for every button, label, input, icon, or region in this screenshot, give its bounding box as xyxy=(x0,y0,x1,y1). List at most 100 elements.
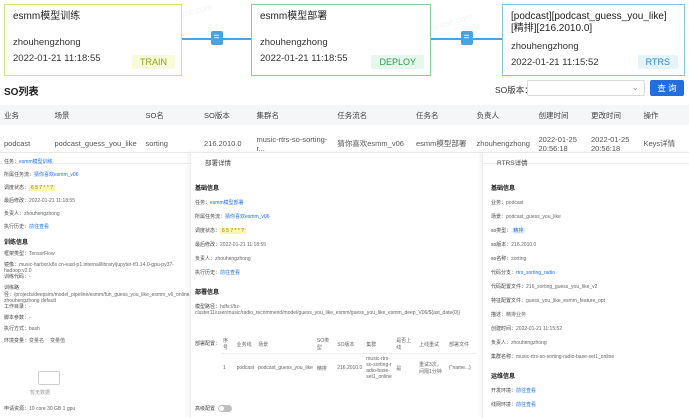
so-header: SO列表 SO版本： ⌄ 查 询 xyxy=(0,80,689,98)
label: 任务： xyxy=(4,159,20,165)
history-link[interactable]: 前往查看 xyxy=(29,224,49,230)
owner-value: zhouhengzhong xyxy=(215,256,251,262)
column-header: 集群名 xyxy=(252,105,334,125)
label: 所属任务流： xyxy=(195,214,226,220)
label: 执行方式： xyxy=(4,326,30,332)
column-header: 负责人 xyxy=(472,105,535,125)
rtrs-detail-panel: RTRS详情 基础信息 业务：podcast 场景：podcast_guess_… xyxy=(482,152,689,418)
so-type-badge: 精排 xyxy=(511,228,526,234)
label: 任务： xyxy=(195,200,211,206)
model-path-value: hdfs://hz-cluster11/user/music/radio_rec… xyxy=(195,304,461,316)
advanced-label: 高级配置 xyxy=(195,406,216,412)
card-title: [podcast][podcast_guess_you_like][精排][21… xyxy=(511,11,667,34)
label: 脚本参数： xyxy=(4,315,30,321)
connector-button[interactable]: = xyxy=(210,31,223,45)
column-header: 业务线 xyxy=(234,335,257,354)
label: 训练代码： xyxy=(4,274,30,280)
biz-value: podcast xyxy=(506,200,524,206)
train-detail-panel: 任务：esmm模型训练 所属任务流：猜你喜欢esmm_v06 调度状态： 6 5 … xyxy=(0,152,196,418)
section-title: 训练信息 xyxy=(4,240,29,246)
cell: podcast_guess_you_like xyxy=(258,365,313,371)
column-header: SO版本 xyxy=(200,105,253,125)
task-link[interactable]: esmm模型部署 xyxy=(210,200,244,206)
label: 负责人： xyxy=(195,256,216,262)
card-title: esmm模型训练 xyxy=(13,11,81,22)
flow-link[interactable]: 猜你喜欢esmm_v06 xyxy=(225,214,269,220)
column-header: 业务 xyxy=(0,105,51,125)
section-title: 基础信息 xyxy=(195,186,220,192)
label: 描述： xyxy=(491,312,507,318)
label: 最后修改： xyxy=(195,242,221,248)
exec-value: bash xyxy=(29,326,40,332)
column-header: SO类型 xyxy=(314,335,336,354)
history-link[interactable]: 前往查看 xyxy=(220,270,240,276)
card-title: esmm模型部署 xyxy=(260,11,328,22)
label: 环境变量： xyxy=(4,338,30,344)
pipeline-card-rtrs[interactable]: [podcast][podcast_guess_you_like][精排][21… xyxy=(502,4,685,76)
so-name-value: sorting xyxy=(511,256,527,262)
branch-link[interactable]: rtrs_sorting_radio xyxy=(516,270,555,276)
label: 申请资源： xyxy=(4,406,30,412)
table-header-row: 序号 业务线 场景 SO类型 SO版本 集群 是否上线 上线重试 部署文件 xyxy=(221,335,477,354)
card-tag-deploy: DEPLOY xyxy=(371,55,424,69)
pipeline-card-deploy[interactable]: esmm模型部署 zhouhengzhong 2022-01-21 11:18:… xyxy=(251,4,431,76)
pipeline-connector: = xyxy=(182,31,251,45)
column-header: 操作 xyxy=(639,105,689,125)
dev-env-link[interactable]: 前往查看 xyxy=(516,388,536,394)
card-tag-rtrs: RTRS xyxy=(637,55,678,69)
label: 代码分支： xyxy=(491,270,517,276)
empty-text: 暂无数据 xyxy=(30,390,51,396)
card-tag-train: TRAIN xyxy=(132,55,175,69)
cell: music-rtrs-so-sorting-radio-base-set1_on… xyxy=(366,356,392,380)
script-value: - xyxy=(29,315,31,321)
so-version-select[interactable]: ⌄ xyxy=(527,80,645,96)
column-header: 创建时间 xyxy=(534,105,587,125)
created-value: 2022-01-21 11:15:52 xyxy=(516,326,563,332)
label: so版本： xyxy=(491,242,512,248)
deploy-config-table: 序号 业务线 场景 SO类型 SO版本 集群 是否上线 上线重试 部署文件 1 … xyxy=(221,335,477,382)
table-header-row: 业务 场景 SO名 SO版本 集群名 任务流名 任务名 负责人 创建时间 更改时… xyxy=(0,105,689,125)
label: 场景： xyxy=(491,214,507,220)
table-row: 1 podcast podcast_guess_you_like 精排 216.… xyxy=(221,354,477,383)
chevron-down-icon: ⌄ xyxy=(631,82,639,92)
column-header: SO名 xyxy=(141,105,201,125)
env-value-header: 变量值 xyxy=(50,338,66,344)
label: 调度状态： xyxy=(195,228,221,234)
flow-link[interactable]: 猜你喜欢esmm_v06 xyxy=(34,172,78,178)
section-title: 部署信息 xyxy=(195,290,220,296)
desc-value: 精排业务 xyxy=(506,312,527,318)
advanced-toggle[interactable] xyxy=(218,405,233,413)
owner-value: zhouhengzhong xyxy=(24,211,60,217)
label: 部署配置： xyxy=(195,341,221,347)
modified-value: 2022-01-21 11:18:55 xyxy=(220,242,267,248)
column-header: 场景 xyxy=(50,105,142,125)
code-value: - xyxy=(29,274,31,280)
column-header: SO版本 xyxy=(335,335,365,354)
card-owner: zhouhengzhong xyxy=(260,37,328,48)
pipeline-card-train[interactable]: esmm模型训练 zhouhengzhong 2022-01-21 11:18:… xyxy=(4,4,182,76)
column-header: 场景 xyxy=(256,335,315,354)
connector-button[interactable]: = xyxy=(460,31,473,45)
column-header: 任务流名 xyxy=(333,105,412,125)
label: 线网环境： xyxy=(491,402,517,408)
search-button[interactable]: 查 询 xyxy=(650,80,684,96)
deploy-panel-header: 部署详情 xyxy=(205,160,231,167)
label: 负责人： xyxy=(491,340,512,346)
schedule-badge: 6 5 7 * * ? xyxy=(220,228,246,234)
scene-value: podcast_guess_you_like xyxy=(506,214,561,220)
column-header: 集群 xyxy=(364,335,395,354)
label: 框架类型： xyxy=(4,251,30,257)
cell: {"name...} xyxy=(449,365,471,371)
label: 最后修改： xyxy=(4,198,30,204)
task-link[interactable]: esmm模型训练 xyxy=(19,159,53,165)
label: 集群名称： xyxy=(491,354,517,360)
feature-value: guess_you_like_esmm_feature_opt xyxy=(526,298,605,304)
label: 执行历史： xyxy=(195,270,221,276)
label: 所属任务流： xyxy=(4,172,35,178)
online-env-link[interactable]: 前往查看 xyxy=(516,402,536,408)
pipeline-connector: = xyxy=(431,31,502,45)
column-header: 序号 xyxy=(221,335,235,354)
cell: 216.2010.0 xyxy=(337,365,363,371)
column-header: 上线重试 xyxy=(417,335,447,354)
label: 工作目录： xyxy=(4,304,30,310)
